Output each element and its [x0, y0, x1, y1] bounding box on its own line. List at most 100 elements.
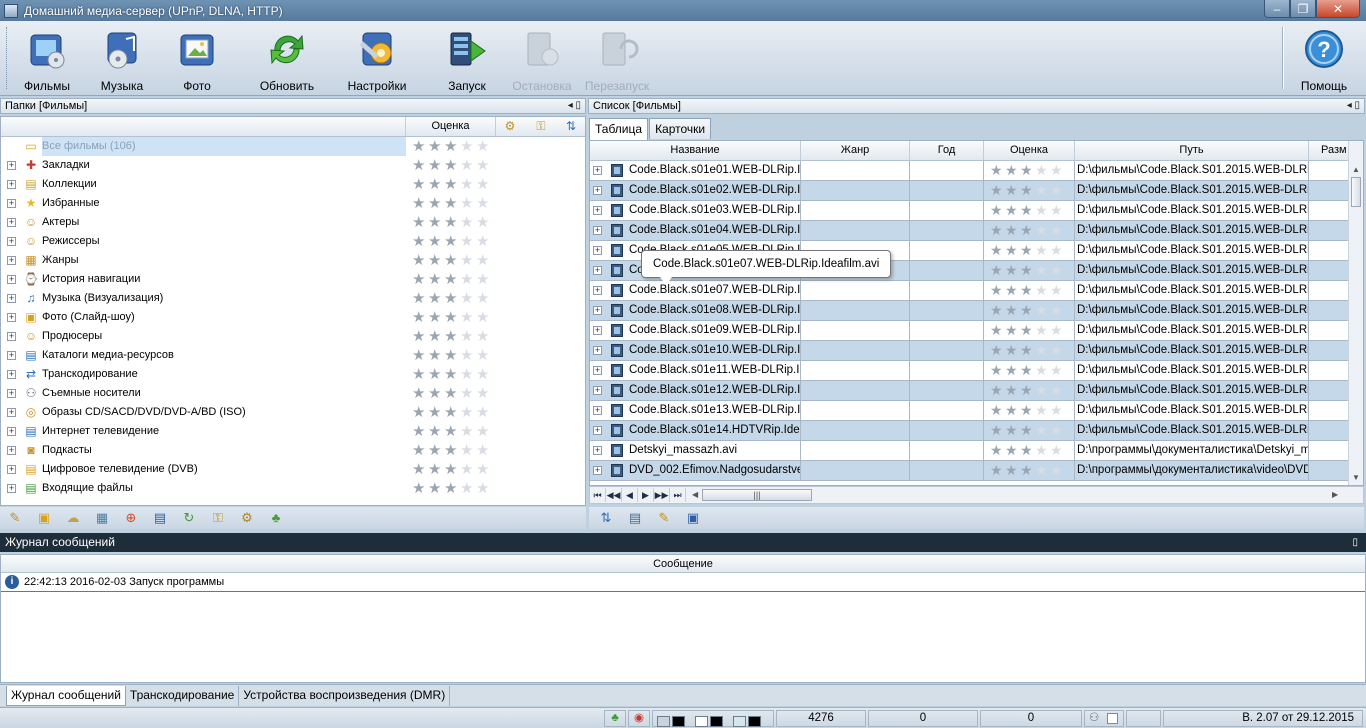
expand-icon[interactable]: + — [7, 237, 16, 246]
add-folder-icon[interactable]: ▣ — [35, 510, 53, 526]
star-icon[interactable]: ★ — [412, 386, 427, 401]
rating-cell[interactable]: ★ ★ ★ ★ ★ — [984, 281, 1075, 300]
star-icon[interactable]: ★ — [1005, 263, 1019, 278]
genre-cell[interactable] — [801, 161, 910, 180]
expand-icon[interactable]: + — [7, 465, 16, 474]
rating-stars[interactable]: ★ ★ ★ ★ ★ — [412, 424, 492, 439]
genre-cell[interactable] — [801, 201, 910, 220]
tab-playback-devices[interactable]: Устройства воспроизведения (DMR) — [239, 686, 451, 706]
rating-cell[interactable]: ★ ★ ★ ★ ★ — [984, 321, 1075, 340]
name-cell[interactable]: + Detskyi_massazh.avi — [590, 441, 801, 460]
path-cell[interactable]: D:\фильмы\Code.Black.S01.2015.WEB-DLRip.… — [1075, 181, 1309, 200]
rating-cell[interactable]: ★ ★ ★ ★ ★ — [984, 181, 1075, 200]
star-icon[interactable]: ★ — [1050, 383, 1064, 398]
star-icon[interactable]: ★ — [428, 196, 443, 211]
star-icon[interactable]: ★ — [1050, 463, 1064, 478]
name-cell[interactable]: + Code.Black.s01e04.WEB-DLRip.Ide — [590, 221, 801, 240]
table-row[interactable]: + Code.Black.s01e09.WEB-DLRip.Ide ★ ★ ★ ★ ★ D:\… — [590, 321, 1363, 341]
star-icon[interactable]: ★ — [1035, 243, 1049, 258]
name-cell[interactable]: + Code.Black.s01e02.WEB-DLRip.Ide — [590, 181, 801, 200]
star-icon[interactable]: ★ — [476, 386, 491, 401]
star-icon[interactable]: ★ — [1035, 203, 1049, 218]
star-icon[interactable]: ★ — [444, 348, 459, 363]
expand-icon[interactable]: + — [593, 286, 602, 295]
expand-icon[interactable]: + — [7, 408, 16, 417]
star-icon[interactable]: ★ — [476, 272, 491, 287]
star-icon[interactable]: ★ — [990, 223, 1004, 238]
star-icon[interactable]: ★ — [476, 462, 491, 477]
star-icon[interactable]: ★ — [428, 443, 443, 458]
expand-icon[interactable]: + — [593, 466, 602, 475]
star-icon[interactable]: ★ — [476, 310, 491, 325]
table-row[interactable]: + Code.Black.s01e01.WEB-DLRip.Ide ★ ★ ★ ★ ★ D:\… — [590, 161, 1363, 181]
rating-stars[interactable]: ★ ★ ★ ★ ★ — [990, 163, 1065, 178]
star-icon[interactable]: ★ — [428, 272, 443, 287]
panel-pin-icon[interactable]: ◂ ▯ — [1347, 99, 1360, 113]
tree-item[interactable]: + ⌚ История навигации ★ ★ ★ ★ ★ — [1, 270, 585, 289]
star-icon[interactable]: ★ — [1035, 423, 1049, 438]
expand-icon[interactable]: + — [593, 186, 602, 195]
star-icon[interactable]: ★ — [460, 405, 475, 420]
star-icon[interactable]: ★ — [1035, 363, 1049, 378]
star-icon[interactable]: ★ — [1050, 283, 1064, 298]
star-icon[interactable]: ★ — [1020, 283, 1034, 298]
star-icon[interactable]: ★ — [412, 272, 427, 287]
color-wheel-icon[interactable]: ◉ — [628, 710, 650, 727]
rating-stars[interactable]: ★ ★ ★ ★ ★ — [412, 139, 492, 154]
rating-stars[interactable]: ★ ★ ★ ★ ★ — [990, 223, 1065, 238]
path-cell[interactable]: D:\программы\документалистика\video\DVD_ — [1075, 461, 1309, 480]
panel-pin-icon[interactable]: ◂ ▯ — [568, 99, 581, 113]
tab-cards[interactable]: Карточки — [649, 118, 712, 139]
star-icon[interactable]: ★ — [460, 481, 475, 496]
tree-item[interactable]: + ☺ Актеры ★ ★ ★ ★ ★ — [1, 213, 585, 232]
path-cell[interactable]: D:\фильмы\Code.Black.S01.2015.WEB-DLRip.… — [1075, 401, 1309, 420]
year-cell[interactable] — [910, 321, 984, 340]
tree-item[interactable]: + ▤ Цифровое телевидение (DVB) ★ ★ ★ ★ ★ — [1, 460, 585, 479]
rating-cell[interactable]: ★ ★ ★ ★ ★ — [984, 221, 1075, 240]
expand-icon[interactable]: + — [7, 256, 16, 265]
expand-icon[interactable]: + — [593, 346, 602, 355]
rating-stars[interactable]: ★ ★ ★ ★ ★ — [990, 423, 1065, 438]
expand-icon[interactable]: + — [593, 426, 602, 435]
star-icon[interactable]: ★ — [444, 215, 459, 230]
star-icon[interactable]: ★ — [1005, 423, 1019, 438]
path-cell[interactable]: D:\фильмы\Code.Black.S01.2015.WEB-DLRip.… — [1075, 301, 1309, 320]
star-icon[interactable]: ★ — [1020, 383, 1034, 398]
star-icon[interactable]: ★ — [990, 423, 1004, 438]
year-cell[interactable] — [910, 201, 984, 220]
star-icon[interactable]: ★ — [476, 348, 491, 363]
star-icon[interactable]: ★ — [412, 215, 427, 230]
star-icon[interactable]: ★ — [990, 283, 1004, 298]
expand-icon[interactable]: + — [7, 199, 16, 208]
expand-icon[interactable]: + — [7, 180, 16, 189]
star-icon[interactable]: ★ — [1005, 443, 1019, 458]
path-cell[interactable]: D:\фильмы\Code.Black.S01.2015.WEB-DLRip.… — [1075, 241, 1309, 260]
star-icon[interactable]: ★ — [1035, 263, 1049, 278]
tab-journal[interactable]: Журнал сообщений — [6, 686, 126, 706]
name-cell[interactable]: + Code.Black.s01e10.WEB-DLRip.Ide — [590, 341, 801, 360]
journal-column-header[interactable]: Сообщение — [1, 555, 1365, 573]
rating-stars[interactable]: ★ ★ ★ ★ ★ — [412, 253, 492, 268]
genre-cell[interactable] — [801, 301, 910, 320]
group-icon[interactable]: ⚙ — [238, 510, 256, 526]
star-icon[interactable]: ★ — [444, 386, 459, 401]
tree-item[interactable]: + ◎ Образы CD/SACD/DVD/DVD-A/BD (ISO) ★ ★ ★ ★ ★ — [1, 403, 585, 422]
films-button[interactable]: Фильмы — [20, 23, 74, 93]
star-icon[interactable]: ★ — [1005, 323, 1019, 338]
star-icon[interactable]: ★ — [476, 424, 491, 439]
star-icon[interactable]: ★ — [1005, 163, 1019, 178]
genre-cell[interactable] — [801, 361, 910, 380]
year-cell[interactable] — [910, 161, 984, 180]
expand-icon[interactable]: + — [593, 246, 602, 255]
tree-item[interactable]: + ♫ Музыка (Визуализация) ★ ★ ★ ★ ★ — [1, 289, 585, 308]
star-icon[interactable]: ★ — [428, 386, 443, 401]
tree-item[interactable]: + ⇄ Транскодирование ★ ★ ★ ★ ★ — [1, 365, 585, 384]
expand-icon[interactable]: + — [7, 370, 16, 379]
star-icon[interactable]: ★ — [460, 424, 475, 439]
star-icon[interactable]: ★ — [460, 158, 475, 173]
rating-stars[interactable]: ★ ★ ★ ★ ★ — [990, 443, 1065, 458]
table-row[interactable]: + Code.Black.s01e07.WEB-DLRip.Ide ★ ★ ★ ★ ★ D:\… — [590, 281, 1363, 301]
star-icon[interactable]: ★ — [460, 291, 475, 306]
path-cell[interactable]: D:\программы\документалистика\Detskyi_ma — [1075, 441, 1309, 460]
star-icon[interactable]: ★ — [1035, 343, 1049, 358]
